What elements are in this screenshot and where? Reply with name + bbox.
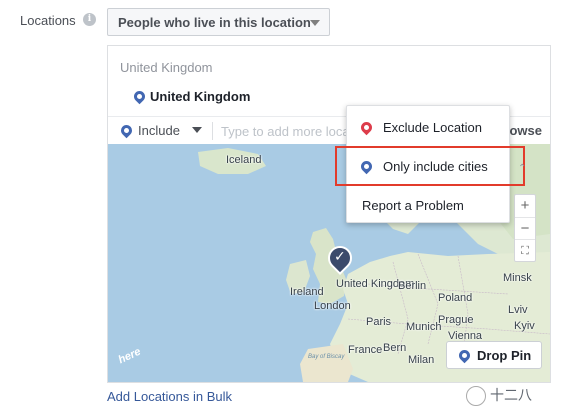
map-zoom-control: + − ⛶	[514, 194, 536, 262]
check-icon: ✓	[334, 248, 346, 264]
map-label-munich: Munich	[406, 321, 442, 333]
zoom-out-button[interactable]: −	[515, 217, 535, 239]
watermark-text: 十二八	[490, 387, 532, 403]
drop-pin-icon	[456, 347, 473, 364]
menu-item-report-problem[interactable]: Report a Problem	[347, 190, 509, 220]
map-label-london: London	[314, 300, 351, 312]
drop-pin-label: Drop Pin	[477, 348, 532, 363]
fullscreen-icon[interactable]: ⛶	[515, 239, 535, 261]
selected-location[interactable]: United Kingdom	[150, 89, 250, 104]
audience-type-value: People who live in this location	[118, 15, 311, 30]
toolbar-divider	[212, 122, 213, 140]
audience-type-select[interactable]: People who live in this location	[107, 8, 330, 36]
location-pin-icon	[131, 88, 148, 105]
map-label-paris: Paris	[366, 316, 392, 328]
info-icon[interactable]: i	[83, 13, 96, 26]
menu-item-label: Report a Problem	[362, 198, 464, 213]
highlight-box	[335, 146, 525, 186]
zoom-in-button[interactable]: +	[515, 195, 535, 217]
map-label-iceland: Iceland	[226, 154, 262, 166]
iberia-shape	[300, 344, 353, 382]
watermark: 十二八	[466, 385, 532, 407]
red-pin-icon	[358, 119, 375, 136]
map-label-poland: Poland	[438, 292, 473, 304]
add-locations-bulk-link[interactable]: Add Locations in Bulk	[107, 389, 232, 404]
locations-form: Locations i People who live in this loca…	[0, 0, 585, 416]
include-chevron-down-icon[interactable]	[192, 127, 202, 133]
location-search-input[interactable]	[221, 121, 351, 141]
drop-pin-button[interactable]: Drop Pin	[446, 341, 542, 369]
map-label-lviv: Lviv	[508, 304, 528, 316]
include-pin-icon	[118, 122, 135, 139]
sea-label: Bay of Biscay	[308, 354, 345, 360]
menu-item-exclude-location[interactable]: Exclude Location	[347, 112, 509, 142]
map-label-ireland: Ireland	[290, 286, 324, 298]
map-label-kyiv: Kyiv	[514, 320, 535, 332]
map-label-milan: Milan	[408, 354, 435, 366]
map-label-bern: Bern	[383, 342, 407, 354]
map-label-minsk: Minsk	[503, 272, 532, 284]
chevron-down-icon	[310, 20, 320, 26]
watermark-logo-icon	[466, 386, 486, 407]
map-label-berlin: Berlin	[398, 280, 427, 292]
map-label-france: France	[348, 344, 383, 356]
locations-label: Locations	[20, 13, 76, 28]
region-label: United Kingdom	[120, 60, 213, 75]
include-dropdown[interactable]: Include	[138, 123, 180, 138]
menu-item-label: Exclude Location	[383, 120, 483, 135]
chevron-up-icon: ⌃	[518, 163, 527, 174]
map-label-prague: Prague	[438, 314, 474, 326]
